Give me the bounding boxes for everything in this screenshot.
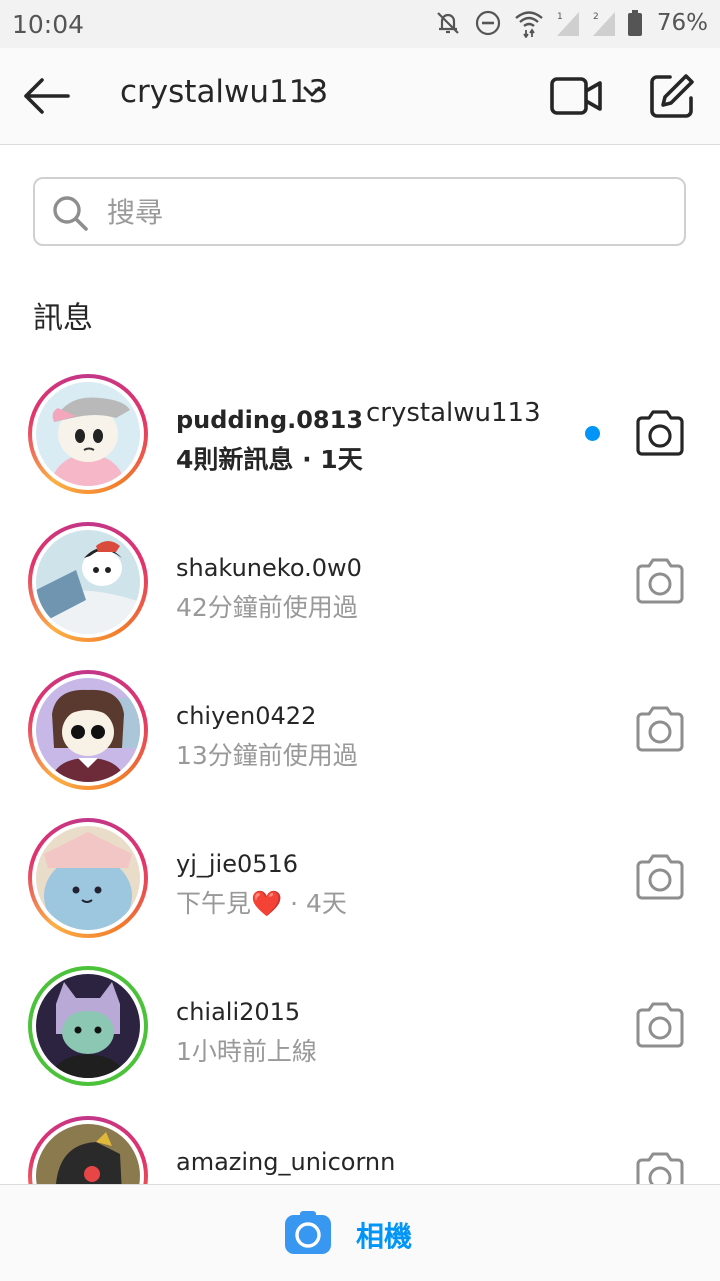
camera-icon (636, 1002, 684, 1048)
status-time: 10:04 (12, 10, 85, 39)
thread-username: yj_jie0516 (176, 850, 299, 878)
camera-button[interactable] (634, 410, 686, 456)
avatar[interactable] (36, 974, 140, 1078)
chevron-down-icon[interactable] (302, 84, 322, 103)
svg-text:1: 1 (557, 12, 563, 22)
thread-username: amazing_unicornn (176, 1148, 396, 1176)
thread-item[interactable]: shakuneko.0w0 42分鐘前使用過 (0, 514, 720, 662)
search-box[interactable] (33, 177, 686, 246)
camera-bar[interactable]: 相機 (0, 1184, 720, 1281)
thread-last-message: 下午見 (176, 889, 252, 918)
camera-button[interactable] (634, 1002, 686, 1048)
story-ring (28, 670, 148, 790)
thread-time: · 4天 (282, 889, 347, 918)
section-title: 訊息 (33, 301, 93, 336)
account-switcher[interactable]: crystalwu113 (120, 74, 328, 110)
status-bar: 10:04 1 2 76% (0, 0, 720, 48)
camera-icon (284, 1211, 332, 1259)
thread-username: chiyen0422 (176, 702, 317, 730)
thread-username: shakuneko.0w0 (176, 554, 362, 582)
camera-button[interactable] (634, 558, 686, 604)
heart-emoji: ❤️ (251, 889, 283, 918)
status-icons: 1 2 76% (433, 8, 708, 38)
svg-text:2: 2 (593, 12, 599, 22)
unread-indicator (585, 426, 600, 441)
camera-label: 相機 (356, 1220, 413, 1253)
back-button[interactable] (20, 72, 72, 120)
wifi-icon (513, 8, 545, 38)
video-camera-icon (550, 77, 602, 115)
do-not-disturb-icon (473, 8, 503, 38)
thread-item[interactable]: pudding.0813 crystalwu113 4則新訊息 · 1天 (0, 366, 720, 514)
thread-status: 1小時前上線 (176, 1037, 317, 1066)
video-call-button[interactable] (548, 74, 604, 122)
compose-icon (650, 74, 694, 118)
story-ring (28, 522, 148, 642)
battery-icon (627, 9, 643, 37)
signal-icon-sim1: 1 (555, 8, 581, 38)
avatar[interactable] (36, 530, 140, 634)
app-header: crystalwu113 (0, 48, 720, 145)
search-input[interactable] (105, 179, 669, 246)
camera-icon (636, 706, 684, 752)
thread-status: 42分鐘前使用過 (176, 593, 358, 622)
thread-status: 13分鐘前使用過 (176, 741, 358, 770)
story-ring (28, 374, 148, 494)
signal-icon-sim2: 2 (591, 8, 617, 38)
thread-username: chiali2015 (176, 998, 301, 1026)
thread-status: 4則新訊息 · 1天 (176, 445, 363, 474)
camera-icon (636, 410, 684, 456)
thread-item[interactable]: yj_jie0516 下午見❤️ · 4天 (0, 810, 720, 958)
story-ring (28, 818, 148, 938)
battery-percent: 76% (656, 10, 708, 36)
compose-button[interactable] (648, 72, 696, 124)
close-friends-ring (28, 966, 148, 1086)
notifications-off-icon (433, 8, 463, 38)
thread-item[interactable]: chiyen0422 13分鐘前使用過 (0, 662, 720, 810)
thread-username: pudding.0813 (176, 406, 364, 434)
thread-username-secondary: crystalwu113 (366, 398, 541, 428)
search-icon (51, 194, 89, 236)
thread-item[interactable]: chiali2015 1小時前上線 (0, 958, 720, 1106)
camera-button[interactable] (634, 706, 686, 752)
thread-status: 下午見❤️ · 4天 (176, 884, 347, 920)
camera-icon (636, 558, 684, 604)
avatar[interactable] (36, 826, 140, 930)
camera-button[interactable] (634, 854, 686, 900)
avatar[interactable] (36, 678, 140, 782)
camera-icon (636, 854, 684, 900)
avatar[interactable] (36, 382, 140, 486)
arrow-left-icon (24, 78, 70, 114)
